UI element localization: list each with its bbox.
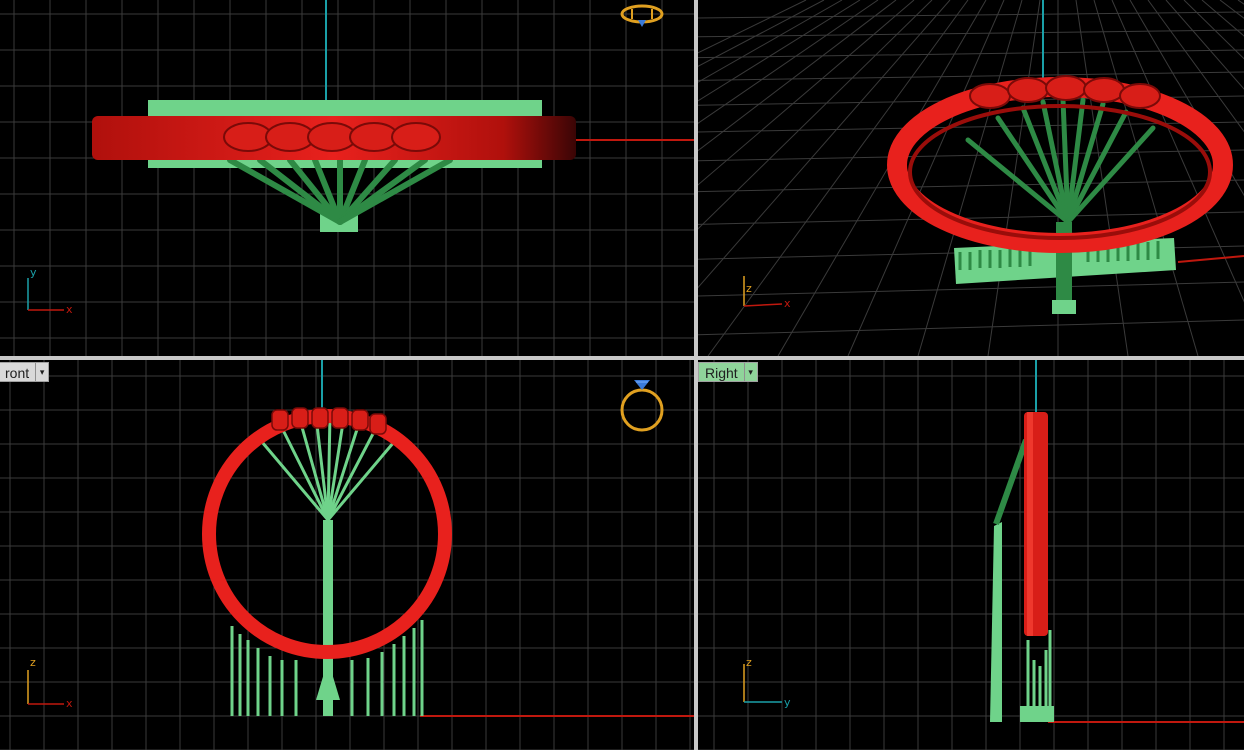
axis-label-vertical: z [746,282,752,295]
viewport-top-canvas[interactable]: y x [0,0,694,356]
base-plate [1020,706,1054,722]
chain-links [223,122,441,152]
ring-gizmo-icon[interactable] [620,4,664,27]
grid [698,360,1244,750]
viewport-perspective[interactable]: z x [698,0,1244,356]
grid [698,0,1244,356]
axis-label-horizontal: x [66,303,73,316]
ring-band-perspective [887,77,1233,253]
viewport-top[interactable]: y x [0,0,694,356]
grid-line [707,0,969,356]
grid-line [698,149,1244,162]
grid [0,0,694,356]
grid-line [698,281,1244,297]
x-axis-line [1177,255,1244,263]
viewport-divider-vertical[interactable] [694,0,698,750]
support-strut [993,438,1029,526]
chevron-down-icon[interactable]: ▾ [743,363,757,381]
grid-line [698,0,825,67]
axis-label-vertical: z [746,656,752,669]
viewport-label-front[interactable]: ront ▾ [0,362,50,382]
grid-line [698,0,897,152]
main-support-post [990,522,1002,722]
viewport-label-text: Right [705,365,738,381]
grid-line [698,71,1244,81]
viewport-label-text: ront [5,365,30,381]
support-struts [965,97,1156,225]
viewport-front[interactable]: z x ront ▾ [0,360,694,750]
viewport-right[interactable]: z y Right ▾ [698,360,1244,750]
grid-line [698,0,843,83]
axis-label-horizontal: x [66,697,73,710]
main-support-foot [316,660,340,700]
grid-line [698,319,1244,336]
viewport-label-right[interactable]: Right ▾ [698,362,758,382]
grid-line [698,179,1244,193]
grid-line [777,0,987,356]
support-struts [227,157,453,225]
chevron-down-icon[interactable]: ▾ [35,363,48,381]
grid-line [698,49,1244,59]
grid-line [1165,0,1244,90]
viewport-front-canvas[interactable]: z x [0,360,694,750]
axis-label-vertical: y [30,266,37,279]
axis-label-horizontal: x [784,297,791,310]
viewport-perspective-canvas[interactable]: z x [698,0,1244,356]
ucs-icon: z x [743,276,791,310]
ring-band-side-highlight [1027,412,1033,636]
viewport-right-canvas[interactable]: z y [698,360,1244,750]
axis-label-vertical: z [30,656,36,669]
viewport-divider-horizontal[interactable] [0,356,1244,360]
grid-line [698,29,1244,38]
axis-label-horizontal: y [784,696,791,709]
main-support-foot [1052,300,1076,314]
ucs-icon: z x [27,656,73,710]
grid-line [1075,0,1129,356]
